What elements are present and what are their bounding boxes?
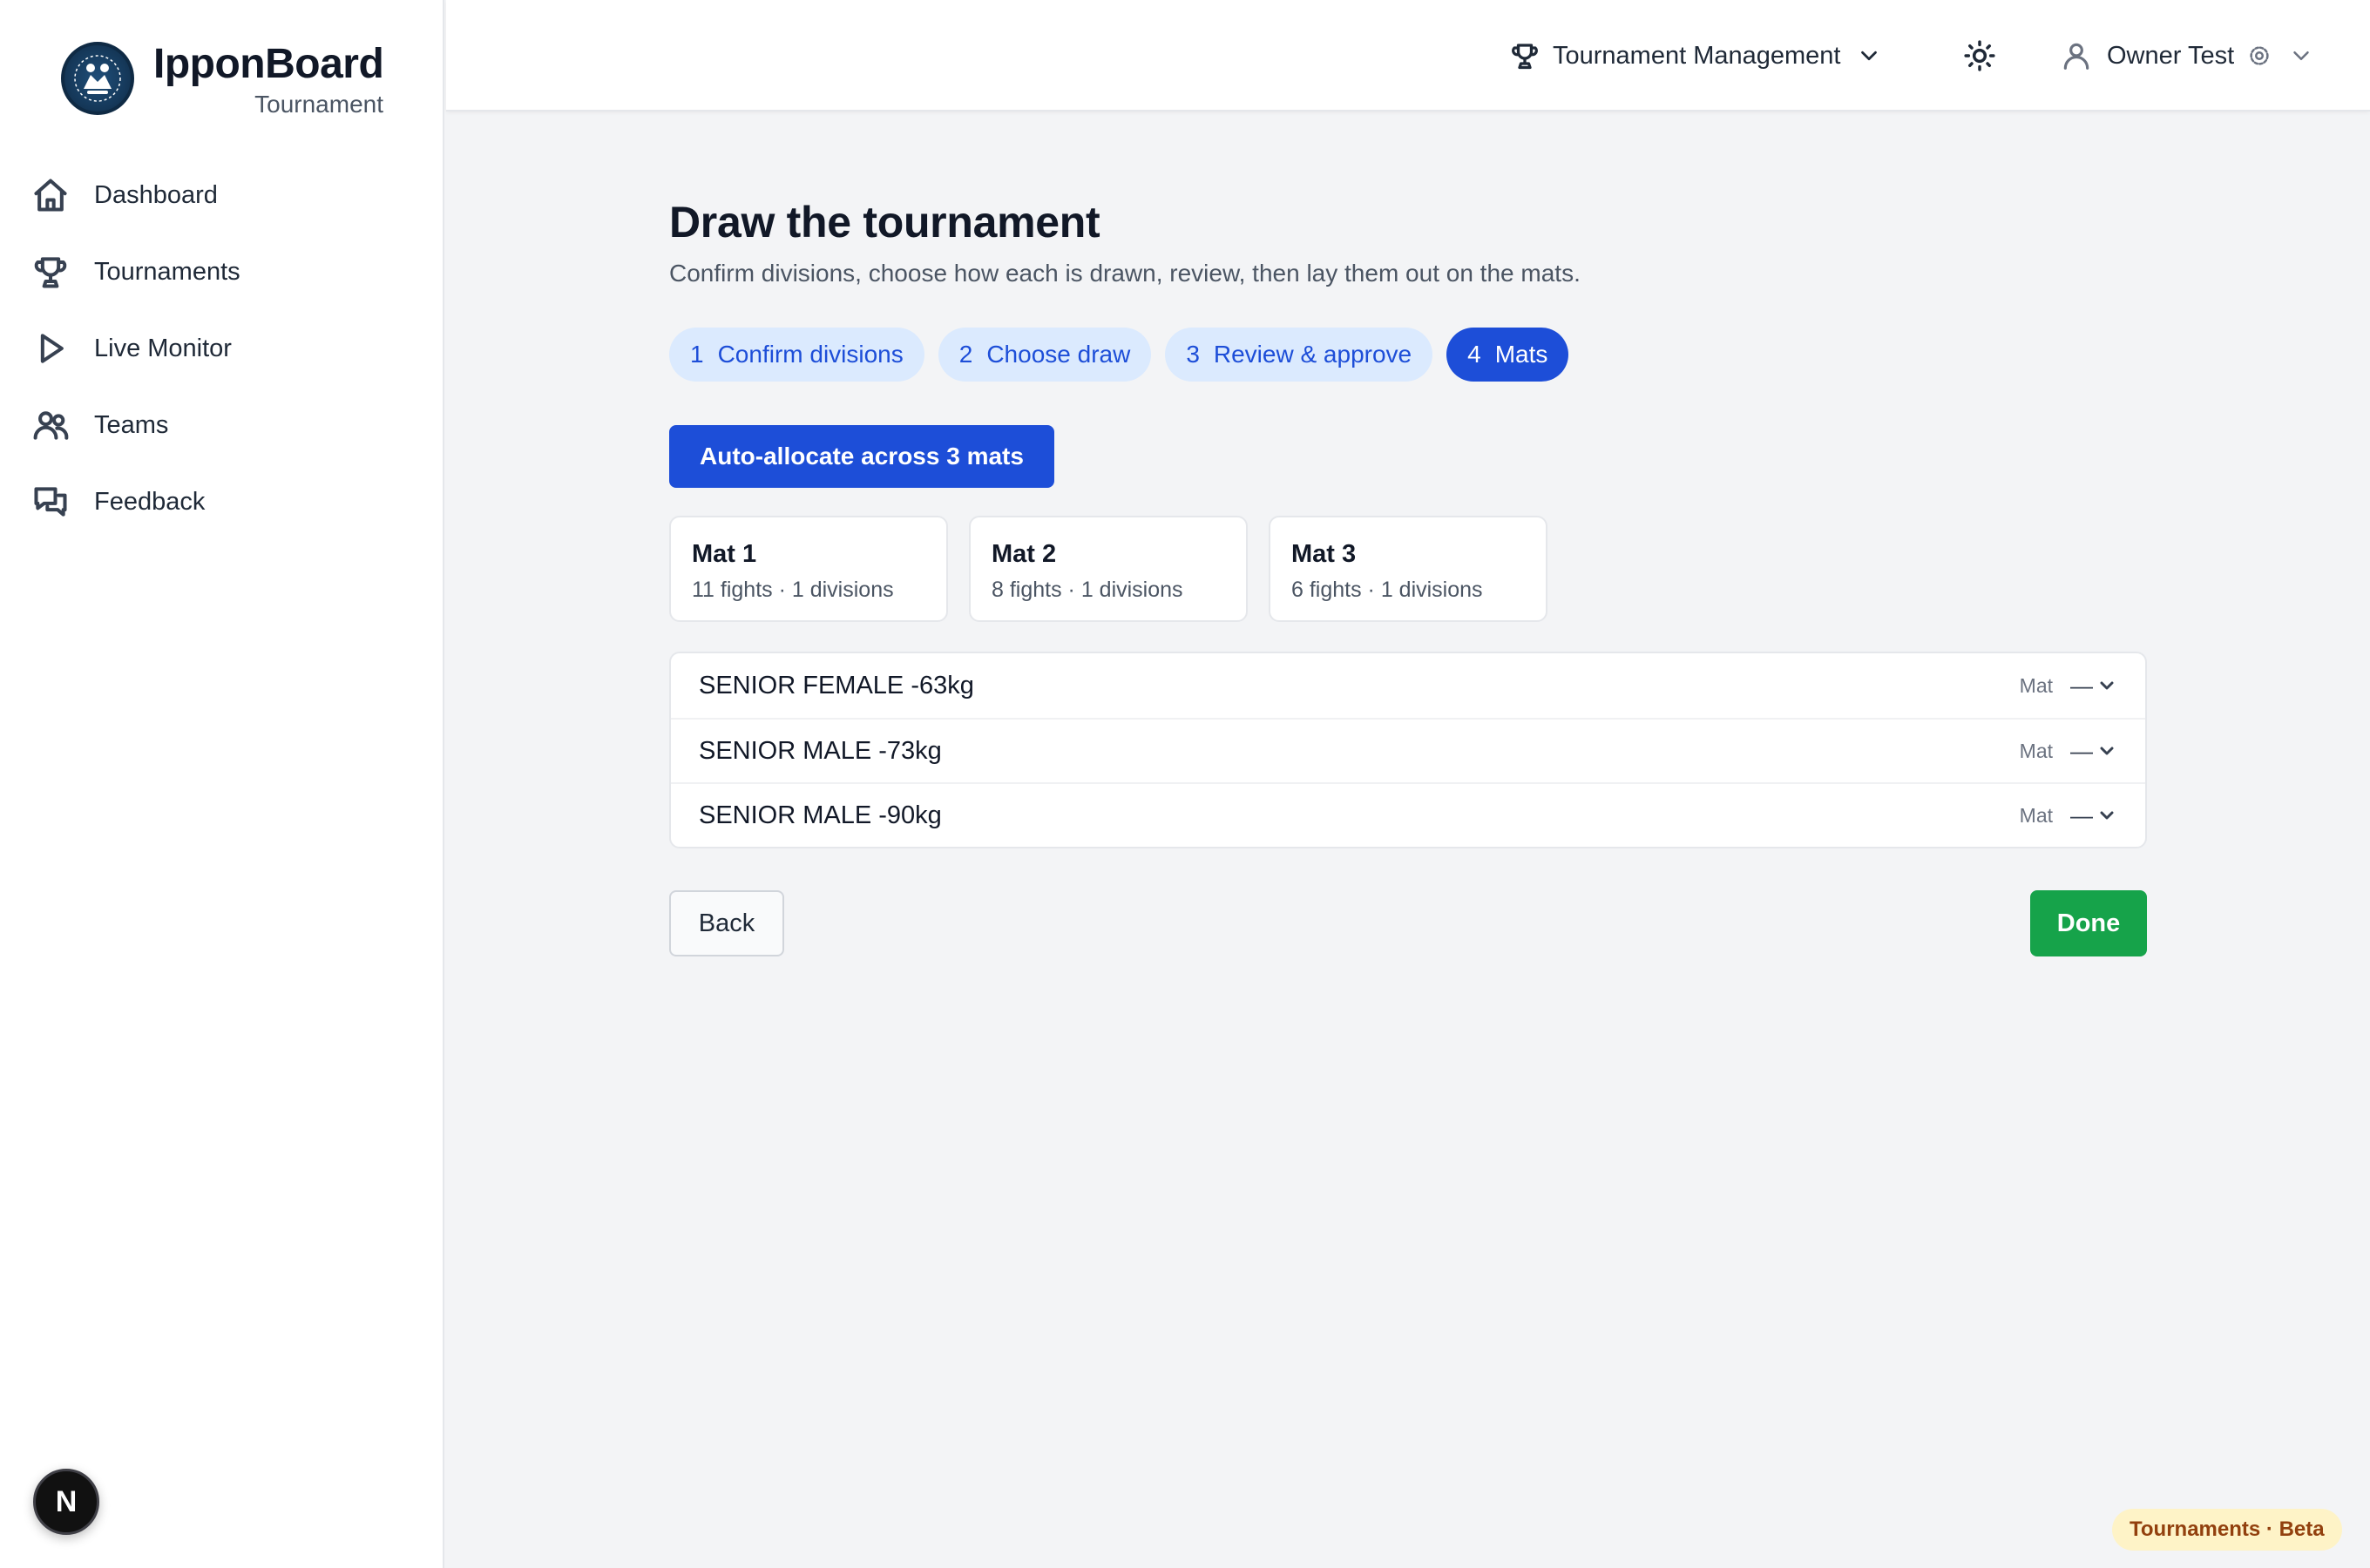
brand[interactable]: IpponBoard Tournament [61,40,384,118]
step-number: 2 [958,341,973,368]
sidebar-item-feedback[interactable]: Feedback [26,463,418,540]
mat-select-value: — [2070,801,2093,828]
step-review-approve[interactable]: 3 Review & approve [1165,328,1433,382]
sidebar-item-label: Teams [94,410,169,439]
chevron-down-icon [2100,811,2114,820]
page-title: Draw the tournament [669,198,1100,247]
user-menu[interactable]: Owner Test [2060,33,2314,78]
division-list: SENIOR FEMALE -63kg Mat — SENIOR MALE -7… [669,652,2147,848]
play-icon [30,328,71,369]
home-icon [30,174,71,216]
mat-name: Mat 1 [692,540,757,568]
back-button[interactable]: Back [669,890,784,956]
step-number: 4 [1467,341,1481,368]
page-subtitle: Confirm divisions, choose how each is dr… [669,260,1581,287]
sidebar-item-label: Feedback [94,487,206,516]
sidebar-item-live-monitor[interactable]: Live Monitor [26,310,418,387]
step-mats[interactable]: 4 Mats [1446,328,1569,382]
users-icon [30,404,71,446]
step-label: Confirm divisions [717,341,904,368]
step-label: Review & approve [1213,341,1412,368]
chevron-down-icon [2100,681,2114,690]
mat-select-label: Mat [2019,803,2053,827]
step-confirm-divisions[interactable]: 1 Confirm divisions [669,328,924,382]
chevron-down-icon [2293,51,2309,60]
step-label: Mats [1494,341,1548,368]
mat-select-label: Mat [2019,673,2053,697]
sidebar-item-label: Dashboard [94,180,218,209]
sidebar-item-teams[interactable]: Teams [26,387,418,463]
trophy-icon [30,251,71,293]
division-name: SENIOR MALE -73kg [699,736,942,765]
sun-icon [1964,40,1995,71]
user-icon [2063,43,2089,70]
mat-select[interactable]: — [2070,738,2117,765]
mat-card: Mat 1 11 fights · 1 divisions [669,516,948,622]
next-dev-badge[interactable]: N [33,1469,99,1535]
division-row: SENIOR FEMALE -63kg Mat — [671,653,2145,718]
chevron-down-icon [2100,747,2114,755]
user-name: Owner Test [2107,41,2235,70]
mat-select-value: — [2070,737,2093,764]
mat-name: Mat 2 [992,540,1057,568]
brand-subtitle: Tournament [254,91,383,118]
ipponboard-logo-icon [61,42,134,115]
sidebar-nav: Dashboard Tournaments Live Monitor Teams [26,157,418,540]
mat-card: Mat 3 6 fights · 1 divisions [1269,516,1547,622]
sidebar-item-label: Live Monitor [94,334,232,362]
chat-icon [30,481,71,523]
brand-name: IpponBoard [153,41,384,87]
step-number: 1 [690,341,704,368]
division-name: SENIOR MALE -90kg [699,801,942,829]
chevron-down-icon [1861,51,1878,61]
division-row: SENIOR MALE -73kg Mat — [671,718,2145,782]
mat-select[interactable]: — [2070,672,2117,700]
mat-select-value: — [2070,672,2093,699]
step-choose-draw[interactable]: 2 Choose draw [938,328,1152,382]
step-label: Choose draw [986,341,1131,368]
auto-allocate-button[interactable]: Auto-allocate across 3 mats [669,425,1054,488]
division-row: SENIOR MALE -90kg Mat — [671,782,2145,847]
beta-badge: Tournaments · Beta [2112,1509,2342,1551]
mat-name: Mat 3 [1291,540,1357,568]
mat-meta: 11 fights · 1 divisions [692,578,894,602]
done-button[interactable]: Done [2030,890,2147,956]
mat-meta: 6 fights · 1 divisions [1291,578,1483,602]
gear-icon [2250,46,2269,65]
sidebar-item-dashboard[interactable]: Dashboard [26,157,418,233]
mat-card: Mat 2 8 fights · 1 divisions [969,516,1248,622]
app-root: IpponBoard Tournament Dashboard Tourname… [0,0,2370,1568]
sidebar: IpponBoard Tournament Dashboard Tourname… [0,0,444,1568]
tournament-management-dropdown[interactable]: Tournament Management [1509,35,1882,77]
sidebar-item-tournaments[interactable]: Tournaments [26,233,418,310]
topbar: Tournament Management Owner Test [446,0,2370,112]
mat-summary-cards: Mat 1 11 fights · 1 divisions Mat 2 8 fi… [669,516,1568,622]
mat-select-label: Mat [2019,739,2053,762]
wizard-steps: 1 Confirm divisions 2 Choose draw 3 Revi… [669,328,1582,382]
step-number: 3 [1186,341,1200,368]
mat-meta: 8 fights · 1 divisions [992,578,1183,602]
trophy-icon [1512,44,1538,70]
division-name: SENIOR FEMALE -63kg [699,671,974,700]
section-label: Tournament Management [1553,41,1841,70]
sidebar-item-label: Tournaments [94,257,240,286]
theme-toggle-button[interactable] [1959,35,2001,77]
mat-select[interactable]: — [2070,802,2117,829]
